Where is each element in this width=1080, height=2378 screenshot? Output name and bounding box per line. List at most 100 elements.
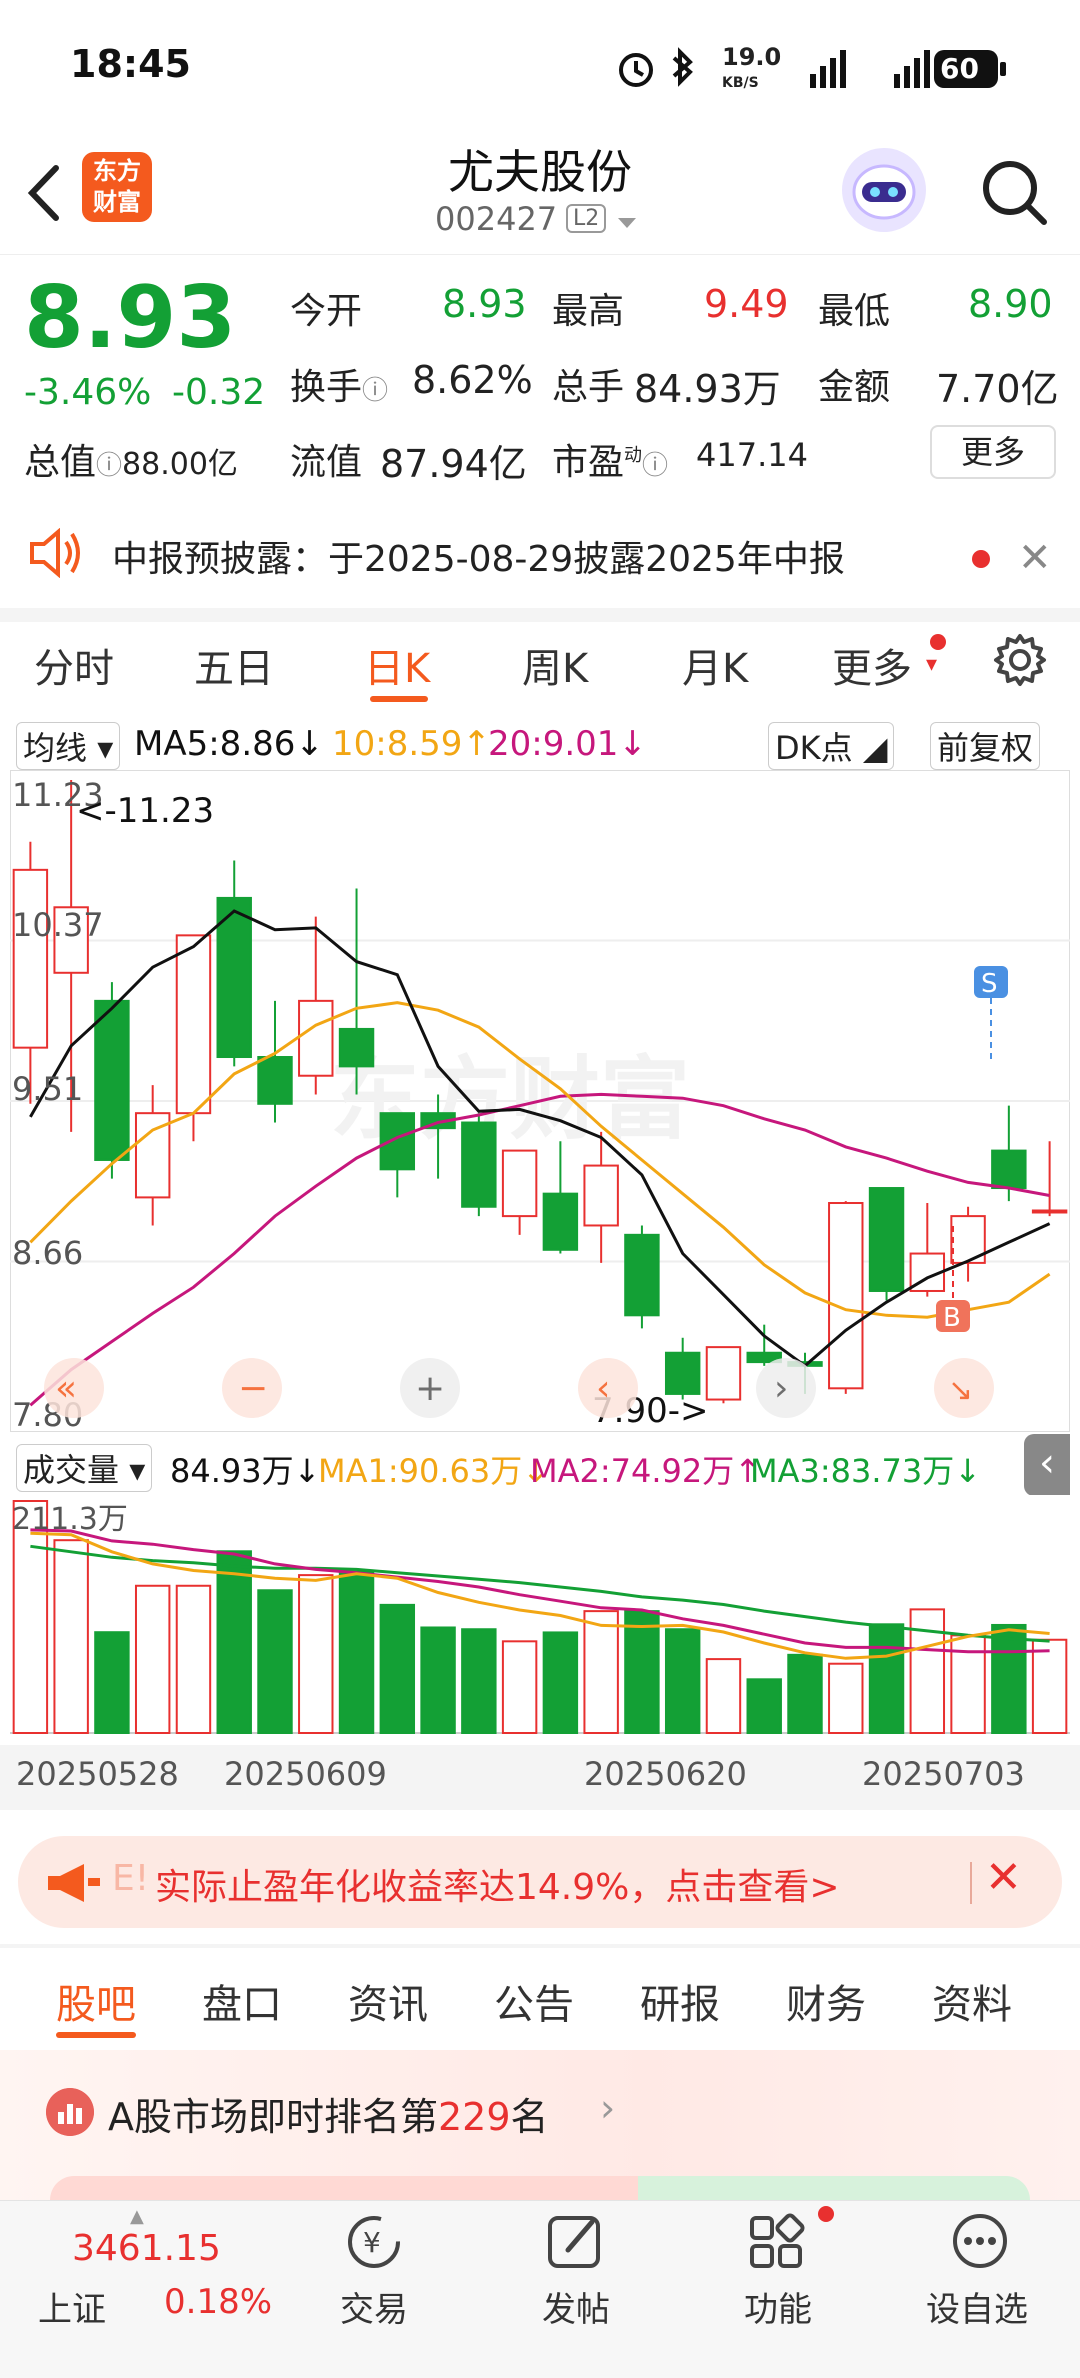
ranking-chart-icon	[46, 2088, 94, 2136]
amount-value: 7.70亿	[936, 367, 1059, 411]
index-change[interactable]: 0.18%	[164, 2282, 272, 2322]
candle-body	[175, 934, 212, 1115]
stock-code: 002427	[435, 200, 558, 238]
date-tick: 20250620	[584, 1755, 747, 1793]
level2-badge[interactable]: L2	[566, 204, 607, 233]
assistant-robot-icon[interactable]	[842, 148, 926, 232]
notice-text[interactable]: 中报预披露：于2025-08-29披露2025年中报	[112, 530, 845, 582]
tab-intraday[interactable]: 分时	[34, 636, 114, 694]
header: 东方 财富 尤夫股份 002427 L2	[0, 130, 1080, 255]
nav-trade[interactable]: 交易	[340, 2282, 408, 2331]
y-tick-4: 8.66	[12, 1234, 83, 1272]
bluetooth-icon	[672, 47, 693, 87]
svg-text:↘: ↘	[948, 1373, 973, 1408]
close-icon[interactable]: ✕	[985, 1852, 1022, 1903]
volume-bar	[175, 1584, 212, 1734]
rewind-icon: «	[44, 1358, 104, 1418]
open-value: 8.93	[442, 282, 527, 326]
tab-announcements[interactable]: 公告	[494, 1972, 574, 2030]
nav-function[interactable]: 功能	[744, 2282, 812, 2331]
volume-bar	[501, 1640, 538, 1735]
volume-bar	[787, 1653, 823, 1734]
tab-daily-k[interactable]: 日K	[364, 636, 430, 694]
megaphone-icon	[48, 1864, 100, 1902]
turnover-label: 换手ⓘ	[290, 367, 389, 408]
notice-unread-dot	[972, 550, 990, 568]
more-button[interactable]: 更多	[930, 425, 1056, 479]
index-name[interactable]: 上证	[38, 2282, 106, 2331]
change-amount: -0.32	[172, 372, 266, 413]
tab-five-day[interactable]: 五日	[194, 636, 274, 694]
tab-guba[interactable]: 股吧	[56, 1972, 136, 2030]
alarm-icon	[619, 53, 653, 87]
nav-add-watchlist[interactable]: 设自选	[926, 2282, 1028, 2331]
tab-monthly-k[interactable]: 月K	[682, 636, 748, 694]
promo-text[interactable]: 实际止盈年化收益率达14.9%，点击查看>	[155, 1858, 840, 1910]
tab-weekly-k[interactable]: 周K	[522, 636, 588, 694]
volume-indicator-select[interactable]: 成交量 ▾	[16, 1444, 153, 1492]
close-icon[interactable]: ✕	[1018, 535, 1052, 581]
volume-bar	[257, 1589, 293, 1734]
promo-prefix: E!	[112, 1858, 150, 1899]
volume-axis-max: 211.3万	[12, 1502, 128, 1537]
vol-ma1-value: MA1:90.63万↓	[318, 1452, 550, 1490]
volume-bar	[379, 1603, 416, 1734]
volume-bar	[338, 1570, 375, 1734]
candle-body	[257, 1056, 293, 1105]
pe-value: 417.14	[696, 436, 808, 474]
zoom-in-icon: +	[400, 1358, 460, 1418]
high-annotation: <-11.23	[76, 791, 214, 831]
tab-more[interactable]: 更多	[832, 636, 912, 694]
caret-up-icon: ▲	[130, 2206, 144, 2227]
rank-text[interactable]: A股市场即时排名第229名	[108, 2086, 549, 2141]
function-grid-icon[interactable]	[746, 2210, 810, 2272]
index-value[interactable]: 3461.15	[72, 2228, 221, 2269]
rank-bar-preview	[50, 2176, 1030, 2200]
ma-indicator-bar: 均线 ▾ MA5:8.86↓ 10:8.59↑ 20:9.01↓ DK点 ◢ 前…	[10, 720, 1070, 770]
tab-research[interactable]: 研报	[640, 1972, 720, 2030]
high-label: 最高	[552, 291, 625, 332]
pe-label: 市盈动ⓘ	[552, 442, 669, 483]
nav-post[interactable]: 发帖	[542, 2282, 610, 2331]
volume-bar	[909, 1608, 946, 1734]
dk-point-select[interactable]: DK点 ◢	[768, 722, 895, 770]
more-dots-icon[interactable]	[948, 2210, 1012, 2272]
volume-bar	[94, 1631, 130, 1734]
volume-bar	[134, 1584, 171, 1734]
volume-bar	[828, 1662, 864, 1735]
candle-body	[1031, 1209, 1068, 1214]
gear-icon[interactable]	[990, 630, 1050, 690]
candle-body	[991, 1149, 1027, 1190]
adjust-select[interactable]: 前复权	[930, 722, 1041, 770]
tab-profile[interactable]: 资料	[932, 1972, 1012, 2030]
date-tick: 20250528	[16, 1755, 179, 1793]
amount-label: 金额	[818, 367, 891, 408]
svg-text:B: B	[943, 1303, 961, 1333]
prev-icon: ‹	[578, 1358, 638, 1418]
volume-bar	[53, 1539, 89, 1734]
candle-body	[828, 1202, 864, 1390]
date-tick: 20250609	[224, 1755, 387, 1793]
dropdown-icon[interactable]	[616, 216, 638, 230]
side-panel-toggle[interactable]: ‹	[1024, 1434, 1070, 1496]
open-label: 今开	[290, 291, 363, 332]
candle-body	[664, 1351, 701, 1395]
candle-body	[705, 1346, 742, 1401]
volume-bar	[583, 1610, 619, 1734]
kline-chart[interactable]: 东方财富 11.23 10.37 9.51 8.66 7.80 <-11.23 …	[10, 770, 1070, 1432]
chevron-right-icon[interactable]: ›	[600, 2086, 615, 2130]
status-time: 18:45	[70, 42, 191, 86]
trade-icon[interactable]: ¥	[342, 2212, 406, 2272]
search-icon[interactable]	[978, 152, 1048, 232]
tab-news[interactable]: 资讯	[348, 1972, 428, 2030]
volume-bar	[664, 1628, 701, 1734]
post-icon[interactable]	[544, 2210, 608, 2272]
tab-active-indicator	[370, 696, 428, 702]
candle-body	[868, 1187, 905, 1292]
candle-body	[461, 1121, 497, 1208]
signal-icon-2	[894, 50, 930, 88]
tab-financials[interactable]: 财务	[786, 1972, 866, 2030]
date-axis: 20250528 20250609 20250620 20250703	[0, 1745, 1080, 1810]
tab-order-book[interactable]: 盘口	[202, 1972, 282, 2030]
indicator-type-select[interactable]: 均线 ▾	[16, 722, 121, 770]
